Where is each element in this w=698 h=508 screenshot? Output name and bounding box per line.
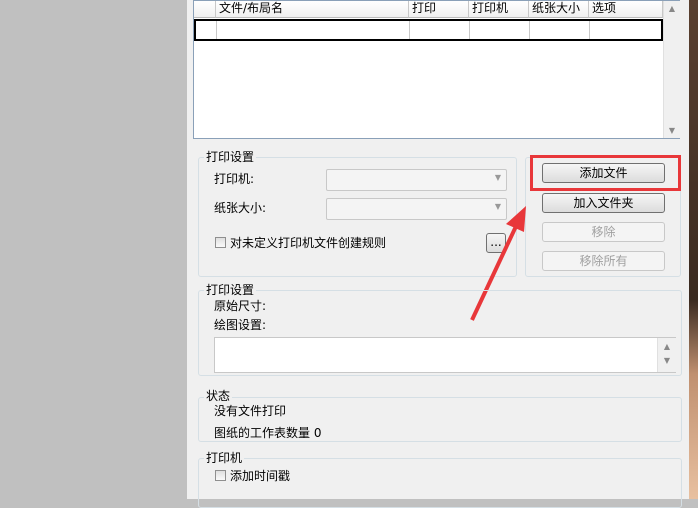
window-edge [689,0,698,499]
plot-settings-title: 打印设置 [204,283,257,297]
timestamp-label: 添加时间戳 [230,469,291,483]
column-header-printer[interactable]: 打印机 [469,1,529,18]
original-size-label: 原始尺寸: [214,299,267,313]
scroll-up-icon[interactable]: ▲ [658,342,676,351]
plot-settings-label: 绘图设置: [214,318,267,332]
table-row[interactable] [194,19,663,41]
table-scrollbar[interactable]: ▲ ▼ [663,1,680,138]
printer-select[interactable]: ▼ [326,169,507,191]
status-title: 状态 [204,389,233,403]
column-header-options[interactable]: 选项 [589,1,663,18]
create-rule-label: 对未定义打印机文件创建规则 [230,236,387,250]
scroll-down-icon[interactable]: ▼ [658,356,676,365]
column-header-print[interactable]: 打印 [409,1,469,18]
sheet-count: 图纸的工作表数量 0 [214,426,322,440]
scroll-up-icon[interactable]: ▲ [664,4,680,13]
highlight-box [530,155,681,191]
paper-size-label: 纸张大小: [214,201,267,215]
scroll-down-icon[interactable]: ▼ [664,126,680,135]
status-message: 没有文件打印 [214,404,287,418]
create-rule-checkbox[interactable] [215,237,226,248]
file-list-table[interactable]: 文件/布局名 打印 打印机 纸张大小 选项 ▲ ▼ [193,0,680,139]
remove-all-button[interactable]: 移除所有 [542,251,665,271]
remove-button[interactable]: 移除 [542,222,665,242]
timestamp-checkbox[interactable] [215,470,226,481]
print-settings-title: 打印设置 [204,150,257,164]
add-folder-button[interactable]: 加入文件夹 [542,193,665,213]
printer-label: 打印机: [214,172,255,186]
column-header-file-name[interactable]: 文件/布局名 [216,1,409,18]
column-header-row-selector [194,1,216,18]
plot-settings-textarea[interactable] [214,337,676,373]
printer-group [198,458,682,508]
textarea-scrollbar[interactable]: ▲ ▼ [657,338,676,372]
column-header-paper-size[interactable]: 纸张大小 [529,1,589,18]
printer-group-title: 打印机 [204,451,245,465]
chevron-down-icon: ▼ [494,173,501,182]
